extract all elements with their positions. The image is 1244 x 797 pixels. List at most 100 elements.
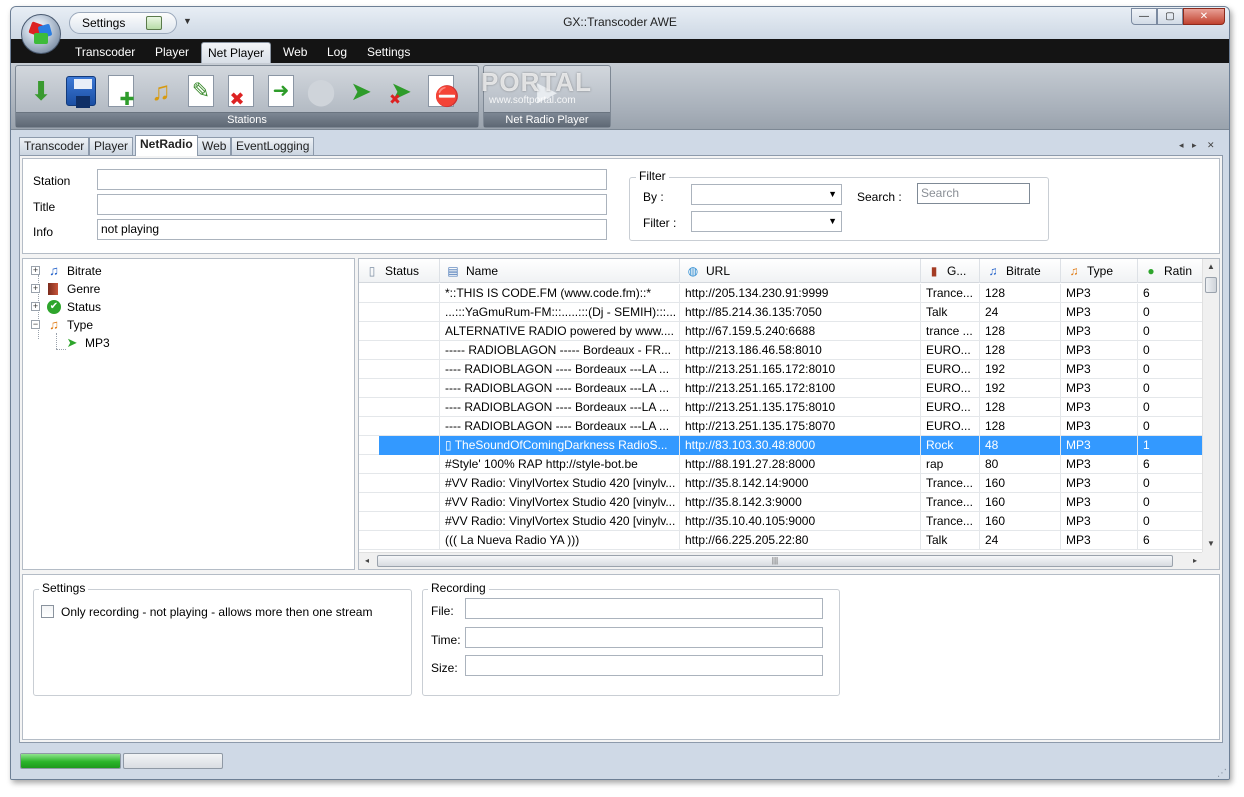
table-row[interactable]: ---- RADIOBLAGON ---- Bordeaux ---LA ...… — [359, 360, 1203, 379]
settings-group-title: Settings — [39, 581, 89, 595]
scroll-down-icon[interactable]: ▼ — [1203, 536, 1219, 552]
delete-station-icon[interactable]: ✖ — [224, 74, 258, 109]
open-folder-music-icon[interactable]: ♫ — [144, 74, 178, 108]
table-row[interactable]: ---- RADIOBLAGON ---- Bordeaux ---LA ...… — [359, 417, 1203, 436]
stop-icon[interactable]: ⛔ — [424, 74, 459, 108]
column-header-type[interactable]: ♫ Type — [1061, 259, 1138, 283]
title-field[interactable] — [97, 194, 607, 215]
column-header-rating[interactable]: ● Ratin — [1138, 259, 1203, 283]
table-row[interactable]: #Style' 100% RAP http://style-bot.be http… — [359, 455, 1203, 474]
filter-by-label: By : — [643, 190, 664, 204]
scroll-right-icon[interactable]: ▸ — [1187, 553, 1203, 569]
music-note-icon: ♫ — [988, 264, 998, 278]
table-row[interactable]: ---- RADIOBLAGON ---- Bordeaux ---LA ...… — [359, 398, 1203, 417]
cell-rating: 0 — [1138, 322, 1203, 341]
cell-genre: Talk — [921, 303, 980, 322]
tab-close-icon[interactable]: ✕ — [1207, 140, 1215, 151]
tab-scroll-right-icon[interactable]: ▸ — [1192, 140, 1197, 151]
cell-type: MP3 — [1061, 531, 1138, 550]
cell-status — [359, 493, 440, 512]
add-filter-icon[interactable]: ➤ — [344, 74, 378, 108]
new-station-icon[interactable]: ✚ — [104, 74, 138, 109]
expand-icon[interactable]: + — [31, 266, 40, 275]
column-header-bitrate[interactable]: ♫ Bitrate — [980, 259, 1061, 283]
ribbon-tab-log[interactable]: Log — [321, 42, 353, 63]
info-field[interactable]: not playing — [97, 219, 607, 240]
horizontal-scrollbar[interactable]: ◂ ||| ▸ — [359, 552, 1203, 569]
table-row[interactable]: #VV Radio: VinylVortex Studio 420 [vinyl… — [359, 474, 1203, 493]
tree-node-genre[interactable]: + Genre — [31, 281, 231, 297]
cell-rating: 6 — [1138, 455, 1203, 474]
table-row[interactable]: ...:::YaGmuRum-FM:::.....:::(Dj - SEMIH)… — [359, 303, 1203, 322]
ribbon-tab-player[interactable]: Player — [149, 42, 195, 63]
cell-status — [359, 322, 440, 341]
cell-type: MP3 — [1061, 379, 1138, 398]
refresh-icon[interactable]: ⬤ — [304, 74, 338, 108]
file-field[interactable] — [465, 598, 823, 619]
tab-scroll-left-icon[interactable]: ◂ — [1179, 140, 1184, 151]
station-field[interactable] — [97, 169, 607, 190]
ribbon-tab-transcoder[interactable]: Transcoder — [69, 42, 141, 63]
scroll-thumb[interactable]: ||| — [377, 555, 1173, 567]
ribbon-tab-net-player[interactable]: Net Player — [201, 42, 272, 63]
search-input[interactable]: Search — [917, 183, 1030, 204]
time-label: Time: — [431, 633, 461, 647]
vertical-scrollbar[interactable]: ▲ ▼ — [1202, 259, 1219, 552]
only-recording-checkbox[interactable] — [41, 605, 54, 618]
tree-node-status[interactable]: + ✔ Status — [31, 299, 231, 315]
scroll-left-icon[interactable]: ◂ — [359, 553, 375, 569]
column-header-genre[interactable]: ▮ G... — [921, 259, 980, 283]
doc-tab-eventlogging[interactable]: EventLogging — [231, 137, 315, 156]
cell-genre: EURO... — [921, 379, 980, 398]
cell-status — [359, 303, 440, 322]
save-icon[interactable] — [64, 74, 98, 108]
expand-icon[interactable]: + — [31, 284, 40, 293]
doc-tab-player[interactable]: Player — [89, 137, 134, 156]
filter-by-select[interactable]: ▼ — [691, 184, 842, 205]
column-header-status[interactable]: ▯ Status — [359, 259, 440, 283]
table-row[interactable]: ---- RADIOBLAGON ---- Bordeaux ---LA ...… — [359, 379, 1203, 398]
scroll-thumb[interactable] — [1205, 277, 1217, 293]
remove-filter-icon[interactable]: ➤ ✖ — [384, 74, 418, 108]
filter-value-select[interactable]: ▼ — [691, 211, 842, 232]
cell-status — [359, 417, 440, 436]
ribbon-tab-settings[interactable]: Settings — [361, 42, 416, 63]
collapse-icon[interactable]: − — [31, 320, 40, 329]
maximize-button[interactable]: ▢ — [1157, 8, 1183, 25]
tree-node-type[interactable]: − ♫ Type — [31, 317, 231, 333]
cell-genre: EURO... — [921, 360, 980, 379]
time-field[interactable] — [465, 627, 823, 648]
table-row[interactable]: #VV Radio: VinylVortex Studio 420 [vinyl… — [359, 493, 1203, 512]
doc-tab-transcoder[interactable]: Transcoder — [19, 137, 90, 156]
tree-node-bitrate[interactable]: + ♫ Bitrate — [31, 263, 231, 279]
cell-bitrate: 192 — [980, 379, 1061, 398]
download-icon[interactable]: ⬇ — [24, 74, 58, 108]
table-row[interactable]: ALTERNATIVE RADIO powered by www.... http… — [359, 322, 1203, 341]
cell-bitrate: 160 — [980, 512, 1061, 531]
import-icon[interactable]: ➜ — [264, 74, 298, 108]
doc-tab-web[interactable]: Web — [197, 137, 232, 156]
resize-grip-icon[interactable]: ⋰ — [1217, 768, 1227, 779]
tree-node-mp3[interactable]: ➤ MP3 — [65, 335, 225, 351]
table-row[interactable]: #VV Radio: VinylVortex Studio 420 [vinyl… — [359, 512, 1203, 531]
scroll-up-icon[interactable]: ▲ — [1203, 259, 1219, 275]
table-row[interactable]: *::THIS IS CODE.FM (www.code.fm)::* http:… — [359, 284, 1203, 303]
application-menu-button[interactable] — [21, 14, 61, 54]
cell-status — [359, 360, 440, 379]
ribbon-tab-web[interactable]: Web — [277, 42, 313, 63]
table-row[interactable]: ▯ TheSoundOfComingDarkness RadioS... http… — [359, 436, 1203, 455]
column-header-url[interactable]: ◍ URL — [680, 259, 921, 283]
minimize-button[interactable]: — — [1131, 8, 1157, 25]
scrollbar-corner — [1202, 552, 1219, 569]
table-row[interactable]: ((( La Nueva Radio YA ))) http://66.225.2… — [359, 531, 1203, 550]
expand-icon[interactable]: + — [31, 302, 40, 311]
filter-value-label: Filter : — [643, 216, 677, 230]
column-header-name[interactable]: ▤ Name — [440, 259, 680, 283]
cell-url: http://213.251.165.172:8100 — [680, 379, 921, 398]
close-button[interactable]: ✕ — [1183, 8, 1225, 25]
cell-status — [359, 512, 440, 531]
doc-tab-netradio[interactable]: NetRadio — [135, 135, 198, 156]
size-field[interactable] — [465, 655, 823, 676]
edit-station-icon[interactable]: ✎ — [184, 74, 218, 108]
table-row[interactable]: ----- RADIOBLAGON ----- Bordeaux - FR...… — [359, 341, 1203, 360]
